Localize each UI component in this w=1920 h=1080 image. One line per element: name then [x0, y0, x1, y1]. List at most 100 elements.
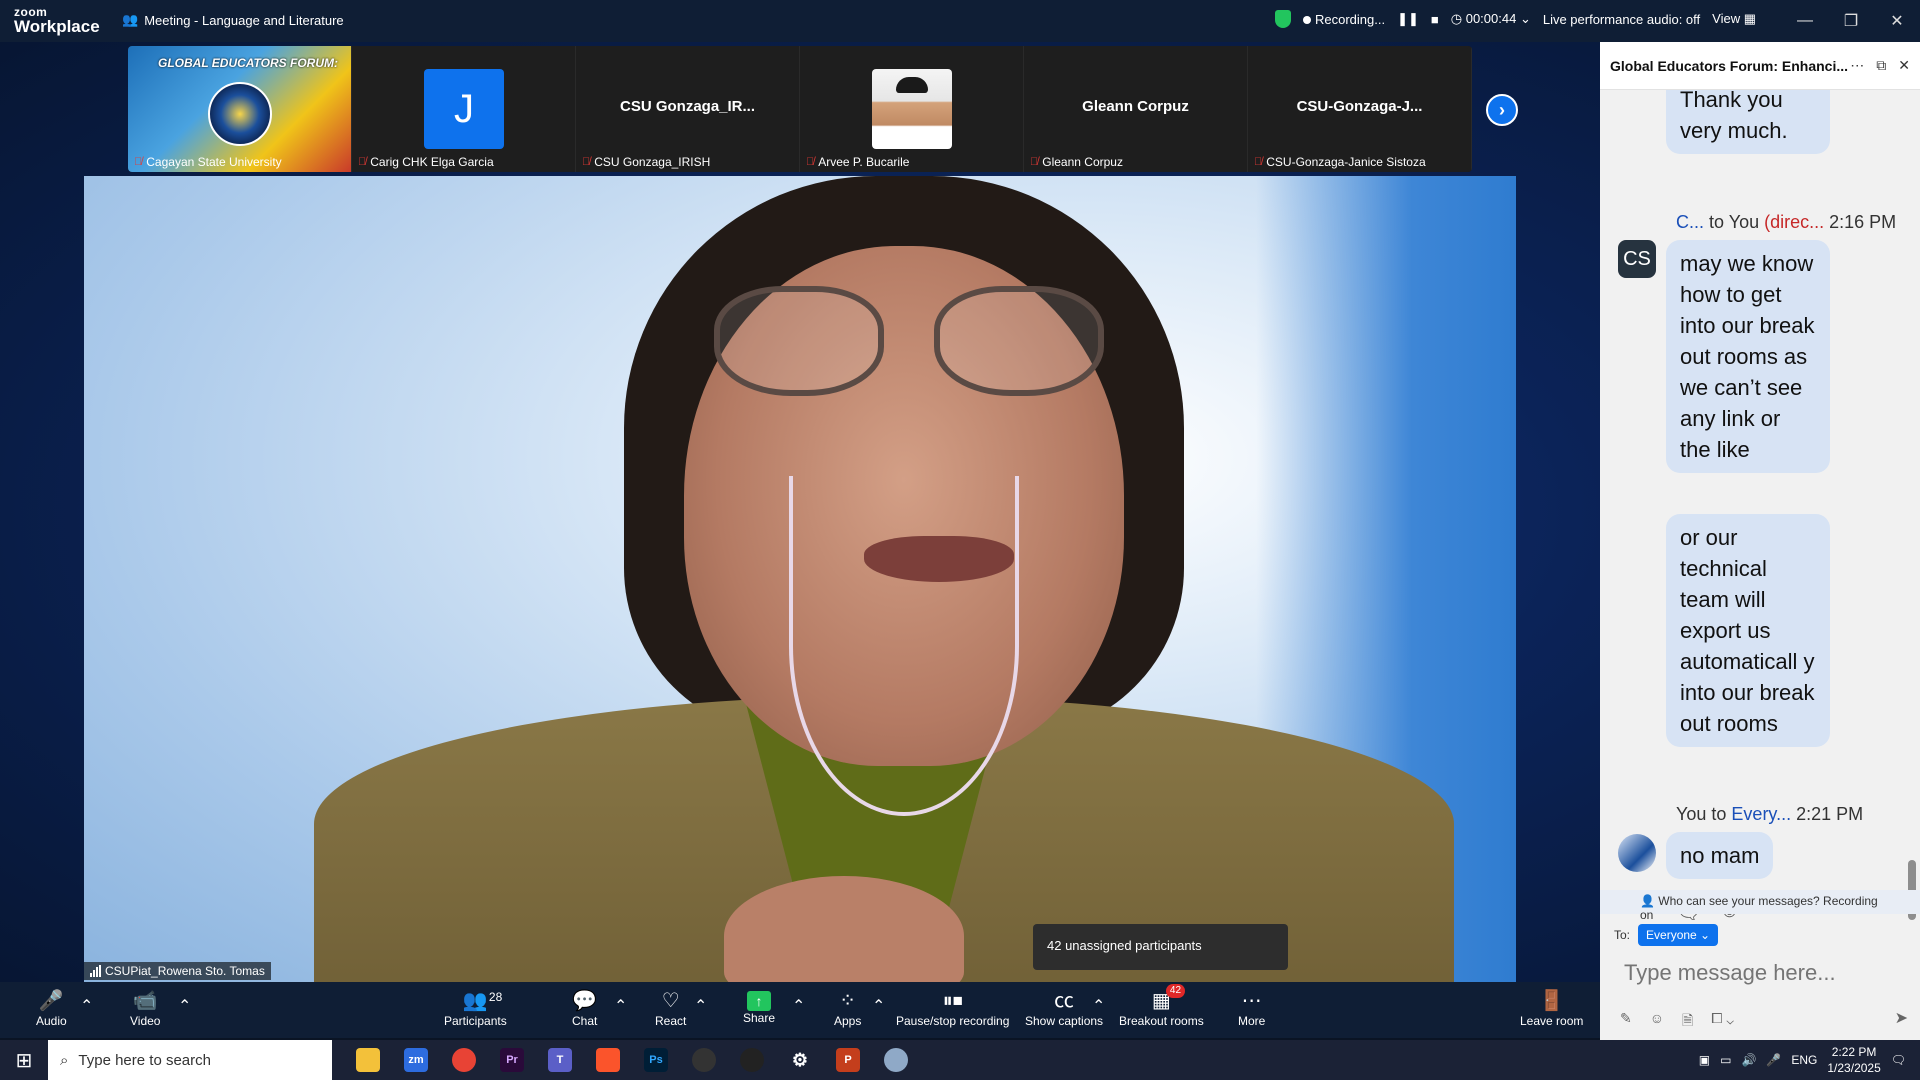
sender-name[interactable]: C... — [1676, 212, 1704, 232]
chrome-icon[interactable] — [440, 1040, 488, 1080]
zoom-app-icon[interactable]: zm — [392, 1040, 440, 1080]
pause-recording-icon[interactable]: ❚❚ — [1397, 11, 1419, 27]
tray-app-icon[interactable]: ▣ — [1699, 1053, 1710, 1067]
avatar: J — [424, 69, 504, 149]
more-button[interactable]: ⋯ More — [1238, 988, 1265, 1028]
audio-button[interactable]: 🎤 Audio — [36, 988, 67, 1028]
active-speaker-video[interactable] — [84, 176, 1516, 982]
leave-label: Leave room — [1520, 1014, 1584, 1028]
chat-button[interactable]: 💬 Chat — [572, 988, 597, 1028]
close-chat-icon[interactable]: ✕ — [1898, 57, 1910, 74]
apps-icon: ⁘ — [839, 990, 857, 1012]
popout-icon[interactable]: ⧉ — [1876, 57, 1886, 74]
participant-tile[interactable]: GLOBAL EDUCATORS FORUM: 🎙̸ Cagayan State … — [128, 46, 352, 172]
audio-options-chevron-icon[interactable]: ⌃ — [80, 996, 93, 1016]
view-button[interactable]: View ▦ — [1712, 11, 1756, 27]
message-visibility-notice[interactable]: 👤 Who can see your messages? Recording o… — [1600, 890, 1920, 922]
taskbar-search[interactable]: ⌕ Type here to search — [48, 1040, 332, 1080]
captions-label: Show captions — [1025, 1014, 1104, 1028]
participant-tile[interactable]: CSU Gonzaga_IR... 🎙̸ CSU Gonzaga_IRISH — [576, 46, 800, 172]
recipient-label: to — [1711, 804, 1727, 824]
obs-icon[interactable] — [728, 1040, 776, 1080]
recipient-name[interactable]: Every... — [1731, 804, 1791, 824]
participant-tile[interactable]: Gleann Corpuz 🎙̸ Gleann Corpuz — [1024, 46, 1248, 172]
emoji-icon[interactable]: ☺ — [1650, 1010, 1664, 1034]
muted-mic-icon: 🎙̸ — [1254, 156, 1263, 168]
message-meta: You to Every... 2:21 PM — [1676, 804, 1863, 825]
timer-text: 00:00:44 — [1465, 11, 1517, 26]
chat-bubble[interactable]: may we know how to get into our break ou… — [1666, 240, 1830, 473]
pause-stop-recording-button[interactable]: ⏸⏹ Pause/stop recording — [896, 988, 1009, 1028]
share-label: Share — [743, 1011, 776, 1025]
recipient-dropdown[interactable]: Everyone ⌄ — [1638, 924, 1719, 946]
earphone-cable — [789, 476, 1019, 816]
chat-label: Chat — [572, 1014, 598, 1028]
view-label: View — [1712, 11, 1741, 26]
react-button[interactable]: ♡ React — [655, 988, 686, 1028]
windows-start-icon[interactable]: ⊞ — [0, 1040, 48, 1080]
breakout-rooms-button[interactable]: ▦ 42 Breakout rooms — [1119, 984, 1204, 1028]
participant-display-name: CSU-Gonzaga-J... — [1296, 98, 1423, 115]
more-label: More — [1238, 1014, 1266, 1028]
meeting-title-text: Meeting - Language and Literature — [144, 12, 344, 28]
clock[interactable]: 2:22 PM 1/23/2025 — [1827, 1044, 1880, 1076]
captions-options-chevron-icon[interactable]: ⌃ — [1092, 996, 1105, 1016]
close-icon[interactable]: ✕ — [1874, 0, 1920, 42]
participant-tile[interactable]: J 🎙̸ Carig CHK Elga Garcia — [352, 46, 576, 172]
recording-label: Recording... — [1315, 11, 1386, 27]
powerpoint-icon[interactable]: P — [824, 1040, 872, 1080]
video-button[interactable]: 📹 Video — [130, 988, 160, 1028]
stop-recording-icon[interactable]: ■ — [1431, 12, 1439, 27]
file-icon[interactable]: 🗎 — [1682, 1010, 1693, 1034]
file-explorer-icon[interactable] — [344, 1040, 392, 1080]
apps-button[interactable]: ⁘ Apps — [834, 988, 861, 1028]
participants-label: Participants — [444, 1014, 507, 1028]
premiere-icon[interactable]: Pr — [488, 1040, 536, 1080]
notifications-icon[interactable]: 🗨 — [1891, 1053, 1906, 1067]
participant-tile[interactable]: 🎙̸ Arvee P. Bucarile — [800, 46, 1024, 172]
react-options-chevron-icon[interactable]: ⌃ — [694, 996, 707, 1016]
minimize-icon[interactable]: — — [1782, 0, 1828, 42]
vpn-icon[interactable] — [872, 1040, 920, 1080]
apps-label: Apps — [834, 1014, 862, 1028]
video-options-chevron-icon[interactable]: ⌃ — [178, 996, 191, 1016]
participants-button[interactable]: 👥 28 Participants — [444, 988, 507, 1028]
meeting-title[interactable]: 👥 Meeting - Language and Literature — [122, 12, 344, 28]
timer[interactable]: ◷ 00:00:44 ⌄ — [1451, 11, 1531, 27]
leave-room-button[interactable]: 🚪 Leave room — [1520, 988, 1583, 1028]
more-options-icon[interactable]: ⋯ — [1850, 57, 1864, 74]
share-screen-icon: ↑ — [747, 991, 772, 1011]
share-options-chevron-icon[interactable]: ⌃ — [792, 996, 805, 1016]
network-icon[interactable]: ▭ — [1720, 1053, 1731, 1067]
audio-label: Audio — [36, 1014, 67, 1028]
live-audio-status: Live performance audio: off — [1542, 11, 1701, 27]
format-icon[interactable]: ✎ — [1620, 1010, 1632, 1034]
screenshot-icon[interactable]: ⧠ ⌄ — [1711, 1010, 1734, 1034]
language-indicator[interactable]: ENG — [1791, 1053, 1817, 1067]
apps-options-chevron-icon[interactable]: ⌃ — [872, 996, 885, 1016]
next-page-chevron-icon[interactable]: › — [1486, 94, 1518, 126]
settings-icon[interactable]: ⚙ — [776, 1040, 824, 1080]
chat-bubble[interactable]: no mam — [1666, 832, 1774, 879]
send-icon[interactable]: ➤ — [1895, 1008, 1908, 1028]
share-button[interactable]: ↑ Share — [743, 988, 775, 1025]
chat-bubble[interactable]: or our technical team will export us aut… — [1666, 514, 1830, 747]
microphone-tray-icon[interactable]: 🎤 — [1766, 1053, 1781, 1067]
media-app-icon[interactable] — [680, 1040, 728, 1080]
breakout-label: Breakout rooms — [1119, 1014, 1204, 1028]
participant-tile[interactable]: CSU-Gonzaga-J... 🎙̸ CSU-Gonzaga-Janice Si… — [1248, 46, 1472, 172]
chat-panel: Global Educators Forum: Enhanci... ⋯ ⧉ ✕… — [1600, 42, 1920, 1040]
teams-icon[interactable]: T — [536, 1040, 584, 1080]
security-shield-icon[interactable] — [1275, 10, 1291, 28]
photoshop-icon[interactable]: Ps — [632, 1040, 680, 1080]
chat-bubble[interactable]: Thank you very much. — [1666, 90, 1830, 154]
muted-mic-icon: 🎙̸ — [1030, 156, 1039, 168]
chat-scrollbar[interactable] — [1908, 160, 1916, 920]
brave-icon[interactable] — [584, 1040, 632, 1080]
message-input[interactable] — [1624, 960, 1894, 986]
participant-name: 🎙̸ Cagayan State University — [134, 155, 282, 169]
participant-name: 🎙̸ Carig CHK Elga Garcia — [358, 155, 494, 169]
restore-icon[interactable]: ❐ — [1828, 0, 1874, 42]
volume-icon[interactable]: 🔊 — [1741, 1053, 1756, 1067]
chat-options-chevron-icon[interactable]: ⌃ — [614, 996, 627, 1016]
